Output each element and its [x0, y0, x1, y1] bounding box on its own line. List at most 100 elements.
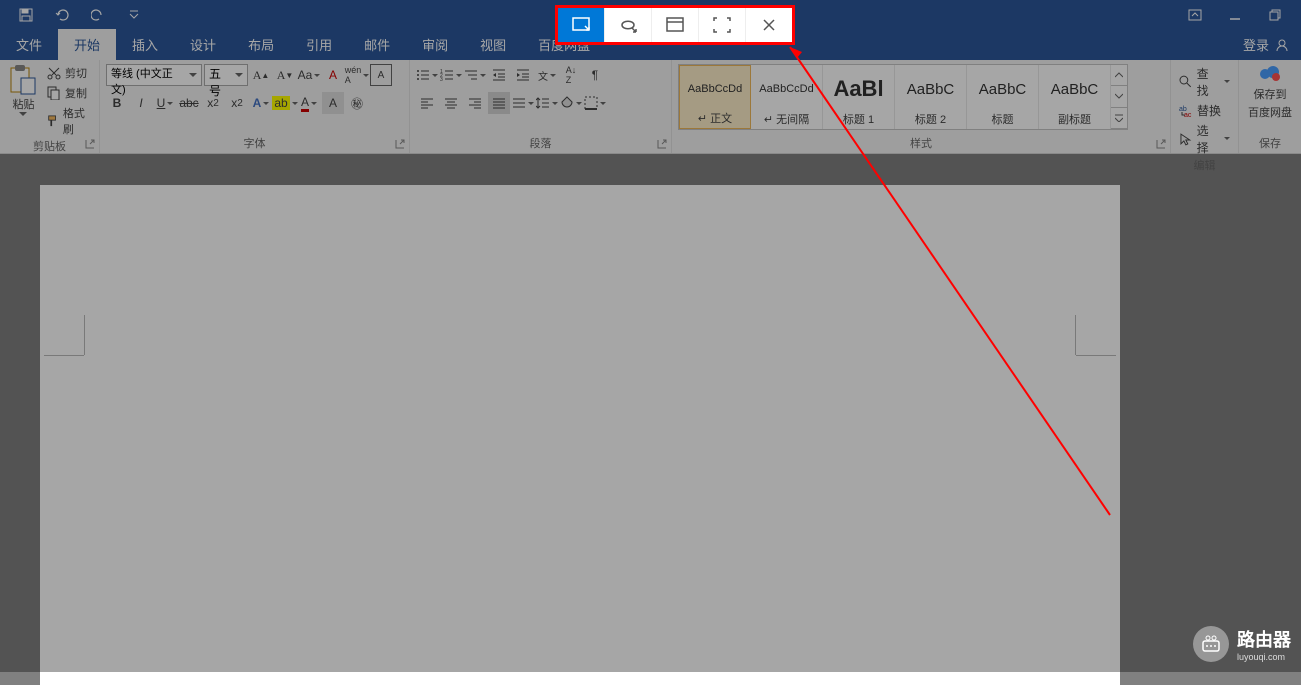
svg-text:3: 3: [440, 77, 443, 82]
enclose-character-button[interactable]: ㊙: [346, 92, 368, 114]
svg-text:ac: ac: [1184, 112, 1192, 118]
group-label-editing: 编辑: [1177, 157, 1232, 175]
watermark-text: 路由器 luyouqi.com: [1237, 626, 1291, 662]
style-heading2[interactable]: AaBbC 标题 2: [895, 65, 967, 129]
tab-layout[interactable]: 布局: [232, 29, 290, 60]
gallery-down-button[interactable]: [1111, 86, 1127, 107]
tab-view[interactable]: 视图: [464, 29, 522, 60]
watermark: 路由器 luyouqi.com: [1193, 626, 1291, 662]
ribbon-display-button[interactable]: [1175, 1, 1215, 29]
group-label-save: 保存: [1245, 135, 1295, 153]
group-label-clipboard: 剪贴板: [6, 138, 93, 156]
replace-button[interactable]: abac 替换: [1177, 101, 1232, 120]
watermark-icon: [1193, 626, 1229, 662]
group-save-cloud: 保存到 百度网盘 保存: [1239, 60, 1301, 153]
redo-button[interactable]: [80, 1, 116, 29]
tab-home[interactable]: 开始: [58, 29, 116, 60]
cut-button[interactable]: 剪切: [45, 64, 93, 82]
gallery-up-button[interactable]: [1111, 65, 1127, 86]
shrink-font-button[interactable]: A▼: [274, 64, 296, 86]
select-button[interactable]: 选择: [1177, 121, 1232, 157]
grow-font-button[interactable]: A▲: [250, 64, 272, 86]
margin-mark-left-v: [84, 315, 85, 355]
qat-customize-button[interactable]: [116, 1, 152, 29]
document-area[interactable]: [0, 185, 1301, 672]
tab-review[interactable]: 审阅: [406, 29, 464, 60]
user-icon: [1275, 38, 1289, 52]
minimize-button[interactable]: [1215, 1, 1255, 29]
underline-button[interactable]: U: [154, 92, 176, 114]
snipping-toolbar: [555, 5, 795, 45]
character-shading-button[interactable]: A: [322, 92, 344, 114]
highlight-button[interactable]: ab: [274, 92, 296, 114]
font-size-select[interactable]: 五号: [204, 64, 248, 86]
copy-button[interactable]: 复制: [45, 84, 93, 102]
style-title[interactable]: AaBbC 标题: [967, 65, 1039, 129]
snip-close-button[interactable]: [746, 8, 792, 42]
shading-button[interactable]: [560, 92, 582, 114]
bullets-button[interactable]: [416, 64, 438, 86]
align-center-button[interactable]: [440, 92, 462, 114]
cursor-icon: [1179, 132, 1193, 146]
font-family-select[interactable]: 等线 (中文正文): [106, 64, 202, 86]
cloud-icon: [1258, 64, 1282, 84]
styles-gallery: AaBbCcDd ↵ 正文 AaBbCcDd ↵ 无间隔 AaBl 标题 1 A…: [678, 64, 1128, 130]
increase-indent-button[interactable]: [512, 64, 534, 86]
tab-insert[interactable]: 插入: [116, 29, 174, 60]
superscript-button[interactable]: x2: [226, 92, 248, 114]
style-heading1[interactable]: AaBl 标题 1: [823, 65, 895, 129]
margin-mark-right-v: [1075, 315, 1076, 355]
numbering-button[interactable]: 123: [440, 64, 462, 86]
align-justify-button[interactable]: [488, 92, 510, 114]
tab-design[interactable]: 设计: [174, 29, 232, 60]
snip-freeform-button[interactable]: [605, 8, 652, 42]
undo-button[interactable]: [44, 1, 80, 29]
asian-layout-button[interactable]: 文: [536, 64, 558, 86]
font-color-button[interactable]: A: [298, 92, 320, 114]
change-case-button[interactable]: Aa: [298, 64, 320, 86]
decrease-indent-button[interactable]: [488, 64, 510, 86]
tab-mailings[interactable]: 邮件: [348, 29, 406, 60]
sort-button[interactable]: A↓Z: [560, 64, 582, 86]
borders-button[interactable]: [584, 92, 606, 114]
clipboard-launcher[interactable]: [83, 137, 97, 151]
style-no-spacing[interactable]: AaBbCcDd ↵ 无间隔: [751, 65, 823, 129]
style-subtitle[interactable]: AaBbC 副标题: [1039, 65, 1111, 129]
style-normal[interactable]: AaBbCcDd ↵ 正文: [679, 65, 751, 129]
align-right-button[interactable]: [464, 92, 486, 114]
distributed-button[interactable]: [512, 92, 534, 114]
clear-formatting-button[interactable]: A: [322, 64, 344, 86]
group-label-styles: 样式: [678, 135, 1164, 153]
italic-button[interactable]: I: [130, 92, 152, 114]
tab-file[interactable]: 文件: [0, 29, 58, 60]
save-to-cloud-button[interactable]: 保存到 百度网盘: [1245, 64, 1295, 120]
login-button[interactable]: 登录: [1243, 35, 1301, 60]
styles-launcher[interactable]: [1154, 137, 1168, 151]
format-painter-button[interactable]: 格式刷: [45, 104, 93, 138]
character-border-button[interactable]: A: [370, 64, 392, 86]
gallery-more-button[interactable]: [1111, 108, 1127, 129]
font-launcher[interactable]: [393, 137, 407, 151]
paste-button[interactable]: 粘贴: [6, 64, 41, 116]
paragraph-launcher[interactable]: [655, 137, 669, 151]
tab-references[interactable]: 引用: [290, 29, 348, 60]
margin-mark-left-h: [44, 355, 84, 356]
phonetic-guide-button[interactable]: wénA: [346, 64, 368, 86]
snip-window-button[interactable]: [652, 8, 699, 42]
search-icon: [1179, 75, 1193, 89]
group-clipboard: 粘贴 剪切 复制 格式刷 剪贴板: [0, 60, 100, 153]
find-button[interactable]: 查找: [1177, 64, 1232, 100]
save-button[interactable]: [8, 1, 44, 29]
group-label-paragraph: 段落: [416, 135, 665, 153]
group-paragraph: 123 文 A↓Z ¶ 段落: [410, 60, 672, 153]
align-left-button[interactable]: [416, 92, 438, 114]
page[interactable]: [40, 185, 1120, 685]
multilevel-list-button[interactable]: [464, 64, 486, 86]
restore-button[interactable]: [1255, 1, 1295, 29]
snip-fullscreen-button[interactable]: [699, 8, 746, 42]
text-effects-button[interactable]: A: [250, 92, 272, 114]
snip-rectangular-button[interactable]: [558, 8, 605, 42]
line-spacing-button[interactable]: [536, 92, 558, 114]
strikethrough-button[interactable]: abc: [178, 92, 200, 114]
show-marks-button[interactable]: ¶: [584, 64, 606, 86]
